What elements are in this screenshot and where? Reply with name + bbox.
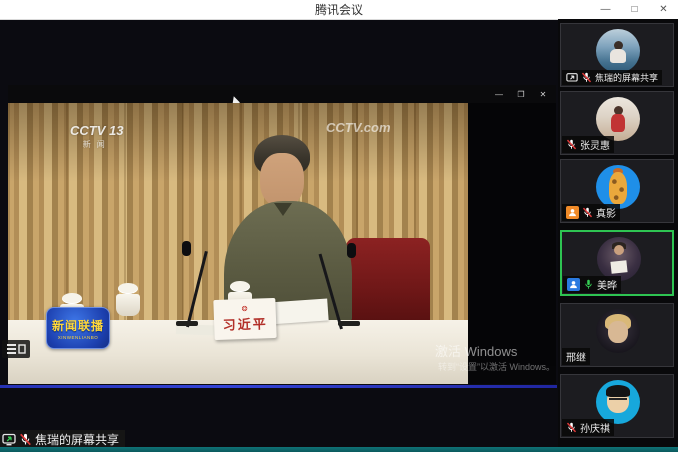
nameplate-text: 习近平 — [222, 313, 268, 334]
participant-name: 美晔 — [597, 277, 617, 292]
national-emblem-icon: ❂ — [242, 305, 248, 312]
screen-share-icon — [566, 72, 578, 84]
player-minimize-button[interactable]: — — [490, 87, 508, 101]
bottom-accent-bar — [0, 447, 678, 452]
participant-tile[interactable]: 孙庆祺 — [560, 374, 674, 438]
mic-muted-icon — [566, 139, 577, 150]
xinwen-lianbo-subtext: XINWENLIANBO — [58, 335, 99, 340]
microphone-right-head — [347, 243, 356, 258]
participant-tile-active-speaker[interactable]: 美晔 — [560, 230, 674, 296]
participant-label: 焦瑞的屏幕共享 — [562, 70, 662, 85]
speaker-face — [260, 153, 304, 207]
cctv13-logo: CCTV 13 新闻 — [70, 123, 123, 150]
participant-name: 真影 — [596, 205, 616, 220]
participant-label: 孙庆祺 — [562, 419, 614, 436]
avatar — [596, 309, 640, 353]
tv-broadcast-scene: ❂ 习近平 新闻联播 XINWENLIANBO CCTV 13 新闻 CCTV.… — [8, 103, 468, 384]
player-titlebar: — ❐ ✕ — [8, 85, 556, 103]
screen-share-icon — [2, 433, 16, 446]
microphone-left-base — [176, 321, 198, 326]
player-close-button[interactable]: ✕ — [534, 87, 552, 101]
windows-activate-text: 激活 Windows — [435, 341, 517, 360]
titlebar: 腾讯会议 — □ ✕ — [0, 0, 678, 20]
xinwen-lianbo-logo: 新闻联播 XINWENLIANBO — [46, 307, 110, 349]
cctv-com-watermark: CCTV.com — [326, 120, 391, 135]
member-badge-icon — [566, 206, 579, 219]
shared-screen-area: — ❐ ✕ 菜单 — [0, 20, 558, 452]
screen-share-banner-label: 焦瑞的屏幕共享 — [35, 431, 119, 448]
mic-muted-icon — [566, 422, 577, 433]
member-badge-icon — [567, 278, 580, 291]
shared-player-window: — ❐ ✕ 菜单 — [8, 85, 556, 384]
xinwen-lianbo-text: 新闻联播 — [52, 317, 104, 334]
microphone-left-head — [182, 241, 191, 256]
player-restore-button[interactable]: ❐ — [512, 87, 530, 101]
participant-label: 真影 — [562, 204, 620, 221]
list-layout-icon — [6, 343, 26, 355]
mic-muted-icon — [581, 72, 592, 83]
minimize-button[interactable]: — — [591, 0, 620, 19]
windows-activate-subtext: 转到“设置”以激活 Windows。 — [438, 360, 555, 373]
player-letterbox — [468, 103, 556, 366]
participant-name: 邢继 — [566, 349, 586, 364]
window-controls: — □ ✕ — [591, 0, 678, 19]
participant-label: 张灵惠 — [562, 136, 614, 153]
cctv13-text: CCTV 13 — [70, 123, 123, 138]
participant-label: 美晔 — [563, 276, 621, 293]
share-area-divider — [0, 385, 557, 388]
participant-tile[interactable]: 张灵惠 — [560, 91, 674, 155]
participant-tile[interactable]: 邢继 — [560, 303, 674, 367]
close-button[interactable]: ✕ — [649, 0, 678, 19]
window-title: 腾讯会议 — [0, 1, 678, 18]
participant-name: 孙庆祺 — [580, 420, 610, 435]
red-chair — [346, 238, 430, 326]
participant-name: 焦瑞的屏幕共享 — [595, 71, 658, 84]
layout-toggle-button[interactable] — [2, 340, 30, 358]
mic-muted-icon — [19, 433, 32, 446]
participant-tile[interactable]: 焦瑞的屏幕共享 — [560, 23, 674, 87]
participant-tile[interactable]: 真影 — [560, 159, 674, 223]
microphone-right-base — [338, 321, 360, 326]
avatar — [596, 380, 640, 424]
participants-sidebar: 焦瑞的屏幕共享 张灵惠 — [558, 19, 678, 452]
avatar — [596, 165, 640, 209]
avatar — [596, 97, 640, 141]
tencent-meeting-window: 腾讯会议 — □ ✕ — ❐ ✕ 菜单 — [0, 0, 678, 452]
maximize-button[interactable]: □ — [620, 0, 649, 19]
participant-name: 张灵惠 — [580, 137, 610, 152]
mic-active-icon — [583, 279, 594, 290]
avatar — [597, 237, 641, 281]
mic-muted-icon — [582, 207, 593, 218]
tea-cup — [116, 283, 140, 316]
desk-nameplate: ❂ 习近平 — [213, 298, 276, 340]
participant-label: 邢继 — [562, 348, 590, 365]
avatar — [596, 29, 640, 73]
cctv13-subtext: 新闻 — [70, 139, 123, 150]
